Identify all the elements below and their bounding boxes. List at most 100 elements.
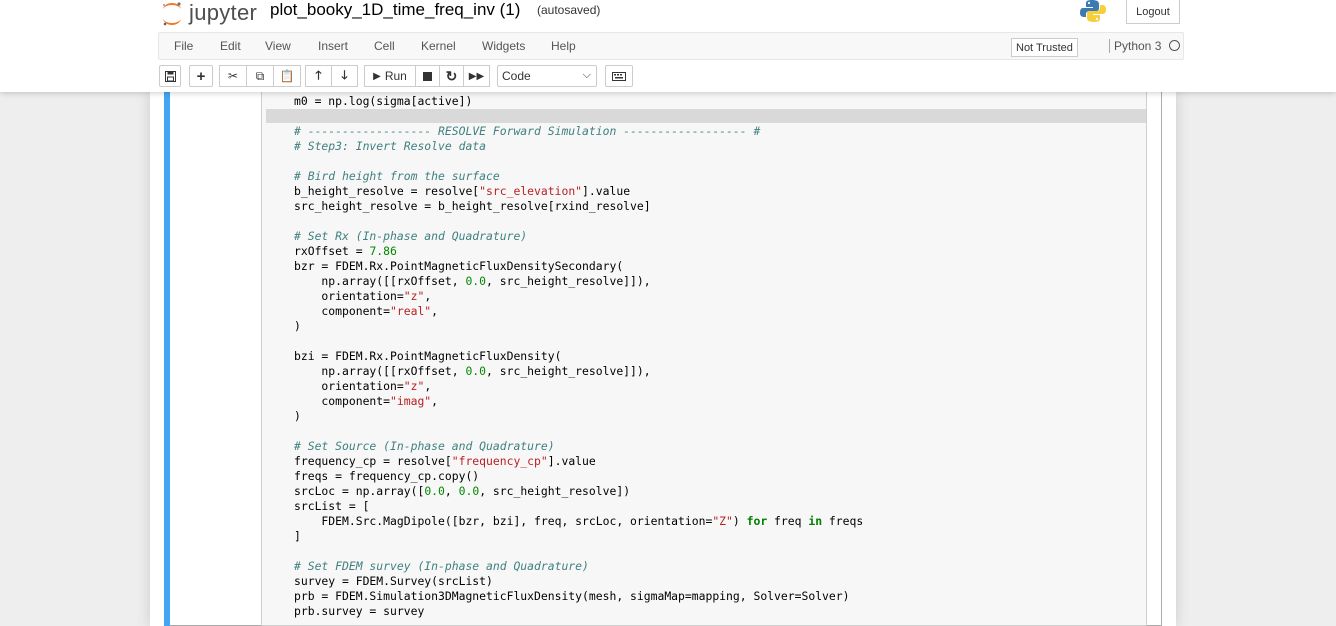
code-line[interactable]: np.array([[rxOffset, 0.0, src_height_res… — [294, 364, 863, 379]
code-line[interactable]: # Set Source (In-phase and Quadrature) — [294, 439, 863, 454]
code-token: # Bird height from the surface — [294, 169, 500, 183]
logout-button[interactable]: Logout — [1126, 0, 1180, 24]
code-token: "Z" — [712, 514, 733, 528]
restart-button[interactable]: ↻ — [439, 65, 464, 87]
code-line[interactable]: # ------------------ RESOLVE Forward Sim… — [294, 124, 863, 139]
code-token: freqs — [822, 514, 864, 528]
code-line[interactable]: ) — [294, 409, 863, 424]
insert-cell-button[interactable]: + — [189, 65, 213, 87]
notebook-container: m0 = np.log(sigma[active]) # ------------… — [150, 92, 1176, 626]
code-line[interactable]: orientation="z", — [294, 289, 863, 304]
paste-button[interactable]: 📋 — [273, 65, 301, 87]
trust-button[interactable]: Not Trusted — [1011, 38, 1078, 57]
restart-run-all-button[interactable]: ▶▶ — [463, 65, 490, 87]
code-line[interactable]: orientation="z", — [294, 379, 863, 394]
code-token: 0.0 — [424, 484, 445, 498]
code-line[interactable]: bzr = FDEM.Rx.PointMagneticFluxDensitySe… — [294, 259, 863, 274]
code-line[interactable] — [294, 214, 863, 229]
code-token: 7.86 — [369, 244, 397, 258]
code-line[interactable]: freqs = frequency_cp.copy() — [294, 469, 863, 484]
code-token: orientation= — [294, 379, 404, 393]
code-token: prb = FDEM.Simulation3DMagneticFluxDensi… — [294, 589, 850, 603]
code-line[interactable] — [294, 154, 863, 169]
cell-type-select[interactable]: Code ⌵ — [497, 65, 597, 87]
code-token: ) — [732, 514, 747, 528]
code-line[interactable]: frequency_cp = resolve["frequency_cp"].v… — [294, 454, 863, 469]
code-line[interactable]: ] — [294, 529, 863, 544]
menu-kernel[interactable]: Kernel — [421, 39, 456, 53]
copy-icon: ⧉ — [255, 68, 265, 83]
code-token: prb.survey = survey — [294, 604, 425, 618]
notebook-name[interactable]: plot_booky_1D_time_freq_inv (1) — [270, 0, 520, 20]
keyboard-icon — [612, 71, 626, 81]
code-line[interactable]: ) — [294, 319, 863, 334]
kernel-name: Python 3 — [1109, 39, 1161, 53]
code-line[interactable]: srcLoc = np.array([0.0, 0.0, src_height_… — [294, 484, 863, 499]
code-line[interactable]: prb = FDEM.Simulation3DMagneticFluxDensi… — [294, 589, 863, 604]
code-line[interactable] — [294, 544, 863, 559]
menu-help[interactable]: Help — [551, 39, 576, 53]
code-token: "z" — [403, 379, 425, 393]
jupyter-logo[interactable]: jupyter — [160, 0, 257, 26]
code-token: ) — [294, 409, 301, 423]
menu-file[interactable]: File — [174, 39, 193, 53]
stop-icon — [423, 71, 432, 81]
code-line[interactable]: rxOffset = 7.86 — [294, 244, 863, 259]
menu-insert[interactable]: Insert — [318, 39, 348, 53]
code-token: bzi = FDEM.Rx.PointMagneticFluxDensity( — [294, 349, 562, 363]
menu-cell[interactable]: Cell — [374, 39, 395, 53]
cell-selection-indicator — [164, 92, 170, 626]
arrow-down-icon: 🡓 — [341, 67, 348, 82]
code-line[interactable]: # Set Rx (In-phase and Quadrature) — [294, 229, 863, 244]
interrupt-button[interactable] — [415, 65, 440, 87]
code-token: np.array([[rxOffset, — [294, 364, 466, 378]
code-token: orientation= — [294, 289, 404, 303]
code-editor[interactable]: m0 = np.log(sigma[active]) # ------------… — [261, 92, 1147, 626]
copy-button[interactable]: ⧉ — [246, 65, 274, 87]
run-button[interactable]: ▶ Run — [364, 65, 416, 87]
code-line[interactable]: bzi = FDEM.Rx.PointMagneticFluxDensity( — [294, 349, 863, 364]
move-up-button[interactable]: 🡑 — [305, 65, 332, 87]
menu-view[interactable]: View — [265, 39, 291, 53]
code-line[interactable]: src_height_resolve = b_height_resolve[rx… — [294, 199, 863, 214]
code-line[interactable] — [294, 334, 863, 349]
code-token: 0.0 — [465, 274, 487, 288]
notebook-header: jupyter plot_booky_1D_time_freq_inv (1) … — [0, 0, 1336, 92]
code-token: for — [746, 514, 768, 528]
code-line[interactable]: prb.survey = survey — [294, 604, 863, 619]
code-line[interactable]: # Set FDEM survey (In-phase and Quadratu… — [294, 559, 863, 574]
code-content[interactable]: m0 = np.log(sigma[active]) # ------------… — [294, 94, 863, 619]
edit-button-group: ✂ ⧉ 📋 — [219, 65, 301, 87]
save-icon — [164, 70, 176, 82]
menu-widgets[interactable]: Widgets — [482, 39, 525, 53]
python-logo-icon — [1080, 0, 1106, 22]
jupyter-logo-icon — [160, 1, 184, 26]
command-palette-button[interactable] — [605, 65, 633, 87]
code-token: # Set Source (In-phase and Quadrature) — [294, 439, 555, 453]
code-line[interactable]: # Step3: Invert Resolve data — [294, 139, 863, 154]
code-line[interactable]: b_height_resolve = resolve["src_elevatio… — [294, 184, 863, 199]
cut-button[interactable]: ✂ — [219, 65, 247, 87]
run-icon: ▶ — [373, 70, 381, 82]
move-down-button[interactable]: 🡓 — [331, 65, 358, 87]
code-line[interactable]: # Bird height from the surface — [294, 169, 863, 184]
run-button-group: ▶ Run ↻ ▶▶ — [364, 65, 490, 87]
save-button[interactable] — [159, 65, 181, 87]
menu-edit[interactable]: Edit — [220, 39, 241, 53]
code-token: frequency_cp = resolve[ — [294, 454, 452, 468]
code-line[interactable]: srcList = [ — [294, 499, 863, 514]
code-line[interactable]: np.array([[rxOffset, 0.0, src_height_res… — [294, 274, 863, 289]
code-token: "z" — [403, 289, 425, 303]
fast-forward-icon: ▶▶ — [468, 70, 485, 82]
code-token: , src_height_resolve]]), — [486, 364, 651, 378]
code-line[interactable]: m0 = np.log(sigma[active]) — [294, 94, 863, 109]
code-line[interactable]: FDEM.Src.MagDipole([bzr, bzi], freq, src… — [294, 514, 863, 529]
code-line[interactable]: component="real", — [294, 304, 863, 319]
scissors-icon: ✂ — [227, 69, 239, 83]
code-line[interactable]: component="imag", — [294, 394, 863, 409]
code-line[interactable] — [294, 424, 863, 439]
code-line[interactable]: survey = FDEM.Survey(srcList) — [294, 574, 863, 589]
code-token: # Set FDEM survey (In-phase and Quadratu… — [294, 559, 589, 573]
menu-bar: File Edit View Insert Cell Kernel Widget… — [158, 32, 1184, 60]
code-token: ] — [294, 529, 301, 543]
